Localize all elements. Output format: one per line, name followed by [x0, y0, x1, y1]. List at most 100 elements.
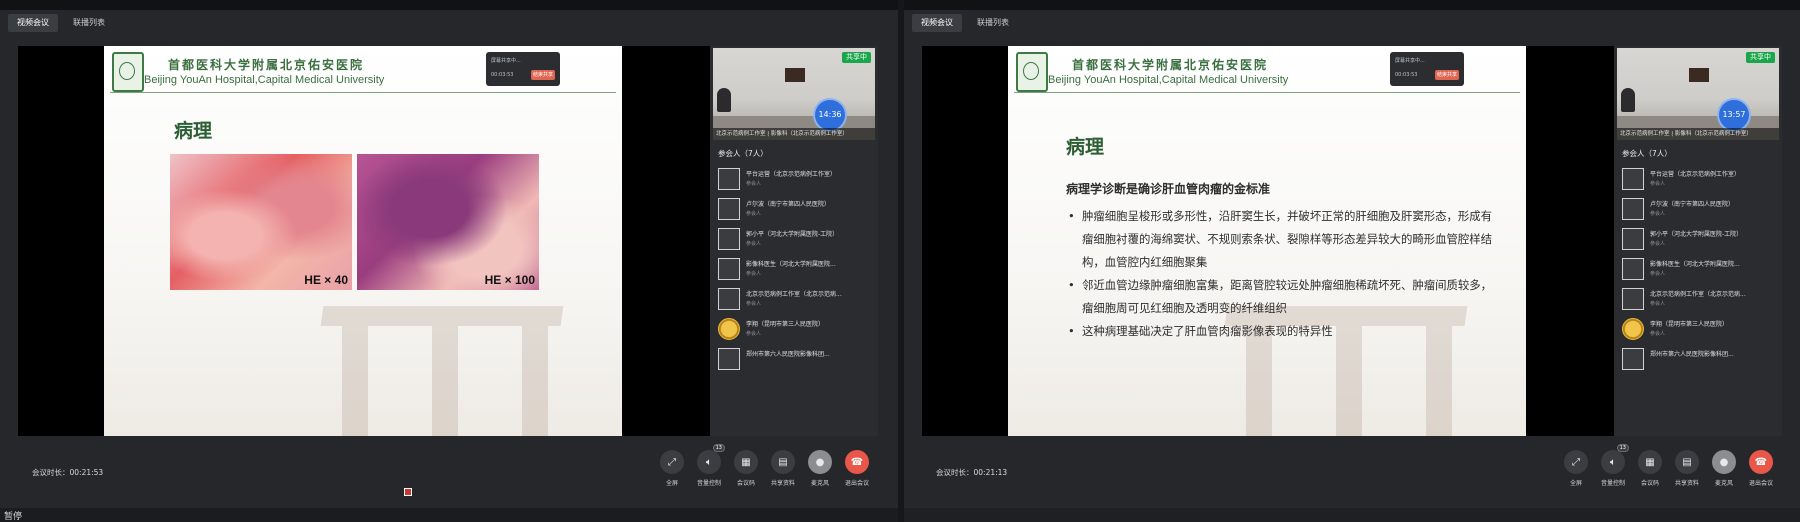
status-bar: 暂停 [0, 508, 898, 522]
participant-name: 影像科医生（河北大学附属医院... [1650, 261, 1740, 268]
fullscreen-button[interactable]: ⤢ 全屏 [658, 450, 686, 487]
tab-video-meeting[interactable]: 视频会议 [912, 14, 962, 32]
control-label: 音量控制 [1600, 480, 1625, 487]
avatar [718, 198, 740, 220]
control-label: 麦克风 [1714, 480, 1733, 487]
tab-broadcast-list[interactable]: 联播列表 [968, 14, 1018, 32]
share-elapsed: 00:03:53 [1395, 72, 1418, 78]
tab-video-meeting[interactable]: 视频会议 [8, 14, 58, 32]
participant-name: 平台运营（北京示范病例工作室） [1650, 171, 1741, 178]
microphone-button[interactable]: ● 麦克风 [1710, 450, 1738, 487]
control-bar: ⤢ 全屏 13 🔈︎ 音量控制 ▦ 会议码 ▤ 共享资料 ● 麦克风 ☎︎ 退出会议 [1562, 444, 1775, 487]
qr-code-icon: ▦ [734, 450, 758, 474]
clock-badge: 14:36 [815, 100, 845, 130]
list-item[interactable]: 卢尔波（南宁市第四人民医院） 参会人 [718, 196, 874, 226]
participant-name: 卢尔波（南宁市第四人民医院） [1650, 201, 1735, 208]
leave-meeting-button[interactable]: ☎︎ 退出会议 [843, 450, 871, 487]
participant-role: 参会人 [1650, 181, 1666, 187]
list-item[interactable]: 影像科医生（河北大学附属医院... 参会人 [718, 256, 874, 286]
list-item[interactable]: 郭小平（河北大学附属医院-工院） 参会人 [1622, 226, 1778, 256]
tab-bar: 视频会议 联播列表 [8, 14, 114, 32]
list-item[interactable]: 郑州市第六人民医院影像科团... [1622, 346, 1778, 376]
avatar [1622, 348, 1644, 370]
image-label: HE × 100 [484, 273, 535, 287]
pause-status[interactable]: 暂停 [4, 509, 22, 522]
histology-image-40x: HE × 40 [170, 154, 352, 290]
avatar [718, 318, 740, 340]
tab-broadcast-list[interactable]: 联播列表 [64, 14, 114, 32]
header-divider [110, 92, 616, 93]
leave-meeting-button[interactable]: ☎︎ 退出会议 [1747, 450, 1775, 487]
volume-badge: 13 [1616, 444, 1629, 452]
control-label: 音量控制 [696, 480, 721, 487]
control-bar: ⤢ 全屏 13 🔈︎ 音量控制 ▦ 会议码 ▤ 共享资料 ● 麦克风 ☎︎ 退出会议 [658, 444, 871, 487]
list-item[interactable]: 李翔（昆明市第三人民医院） 参会人 [718, 316, 874, 346]
fullscreen-button[interactable]: ⤢ 全屏 [1562, 450, 1590, 487]
shared-screen: 首都医科大学附属北京佑安医院 Beijing YouAn Hospital,Ca… [18, 46, 710, 436]
slide: 首都医科大学附属北京佑安医院 Beijing YouAn Hospital,Ca… [104, 46, 622, 436]
participant-role: 参会人 [746, 211, 762, 217]
meeting-code-button[interactable]: ▦ 会议码 [1636, 450, 1664, 487]
meeting-sidebar: 共享中 13:57 北京示范病例工作室 | 影像科（北京示范病例工作室） 参会人… [1614, 46, 1782, 436]
participant-role: 参会人 [746, 181, 762, 187]
participant-name: 北京示范病例工作室（北京示范病... [746, 291, 842, 298]
control-label: 会议码 [736, 480, 755, 487]
list-item[interactable]: 北京示范病例工作室（北京示范病... 参会人 [1622, 286, 1778, 316]
participant-role: 参会人 [1650, 331, 1666, 337]
participant-name: 郭小平（河北大学附属医院-工院） [746, 231, 839, 238]
participant-name: 郑州市第六人民医院影像科团... [746, 351, 830, 358]
video-caption: 北京示范病例工作室 | 影像科（北京示范病例工作室） [713, 128, 875, 140]
participants-header: 参会人（7人） [1622, 149, 1672, 158]
avatar [718, 348, 740, 370]
share-timer-popup: 屏幕共享中... 00:03:53 结束共享 [486, 52, 560, 86]
avatar [1622, 258, 1644, 280]
volume-button[interactable]: 13 🔈︎ 音量控制 [1599, 444, 1629, 487]
list-item[interactable]: 北京示范病例工作室（北京示范病... 参会人 [718, 286, 874, 316]
sharing-badge: 共享中 [1746, 52, 1775, 63]
stop-share-button[interactable]: 结束共享 [531, 70, 555, 80]
list-item[interactable]: 李翔（昆明市第三人民医院） 参会人 [1622, 316, 1778, 346]
hospital-logo [112, 52, 144, 92]
list-item[interactable]: 郑州市第六人民医院影像科团... [718, 346, 874, 376]
volume-button[interactable]: 13 🔈︎ 音量控制 [695, 444, 725, 487]
control-label: 共享资料 [770, 480, 795, 487]
sharing-badge: 共享中 [842, 52, 871, 63]
list-item[interactable]: 郭小平（河北大学附属医院-工院） 参会人 [718, 226, 874, 256]
share-files-button[interactable]: ▤ 共享资料 [769, 450, 797, 487]
qr-code-icon: ▦ [1638, 450, 1662, 474]
meeting-duration: 会议时长：00:21:13 [936, 468, 1008, 477]
histology-image-100x: HE × 100 [357, 154, 539, 290]
control-label: 会议码 [1640, 480, 1659, 487]
microphone-icon: ● [808, 450, 832, 474]
meeting-window-right: 视频会议 联播列表 首都医科大学附属北京佑安医院 Beijing YouAn H… [904, 0, 1800, 508]
volume-badge: 13 [712, 444, 725, 452]
list-item[interactable]: 卢尔波（南宁市第四人民医院） 参会人 [1622, 196, 1778, 226]
list-item[interactable]: 平台运营（北京示范病例工作室） 参会人 [1622, 166, 1778, 196]
participant-name: 李翔（昆明市第三人民医院） [746, 321, 825, 328]
slide-heading: 病理学诊断是确诊肝血管肉瘤的金标准 [1066, 182, 1271, 196]
document-icon: ▤ [771, 450, 795, 474]
microphone-button[interactable]: ● 麦克风 [806, 450, 834, 487]
avatar [718, 228, 740, 250]
participant-name: 平台运营（北京示范病例工作室） [746, 171, 837, 178]
list-item[interactable]: 平台运营（北京示范病例工作室） 参会人 [718, 166, 874, 196]
participant-role: 参会人 [746, 241, 762, 247]
slide-title: 病理 [174, 120, 213, 142]
close-icon[interactable] [404, 488, 412, 496]
video-caption: 北京示范病例工作室 | 影像科（北京示范病例工作室） [1617, 128, 1779, 140]
participant-role: 参会人 [746, 301, 762, 307]
hospital-name-en: Beijing YouAn Hospital,Capital Medical U… [1048, 74, 1289, 86]
hospital-name-cn: 首都医科大学附属北京佑安医院 [1072, 58, 1269, 72]
share-status-label: 屏幕共享中... [1395, 58, 1425, 64]
share-files-button[interactable]: ▤ 共享资料 [1673, 450, 1701, 487]
meeting-code-button[interactable]: ▦ 会议码 [732, 450, 760, 487]
share-status-label: 屏幕共享中... [491, 58, 521, 64]
clock-badge: 13:57 [1719, 100, 1749, 130]
speaker-video[interactable]: 共享中 13:57 北京示范病例工作室 | 影像科（北京示范病例工作室） [1617, 48, 1779, 140]
participants-header: 参会人（7人） [718, 149, 768, 158]
list-item[interactable]: 影像科医生（河北大学附属医院... 参会人 [1622, 256, 1778, 286]
hang-up-icon: ☎︎ [845, 450, 869, 474]
speaker-video[interactable]: 共享中 14:36 北京示范病例工作室 | 影像科（北京示范病例工作室） [713, 48, 875, 140]
share-timer-popup: 屏幕共享中... 00:03:53 结束共享 [1390, 52, 1464, 86]
stop-share-button[interactable]: 结束共享 [1435, 70, 1459, 80]
